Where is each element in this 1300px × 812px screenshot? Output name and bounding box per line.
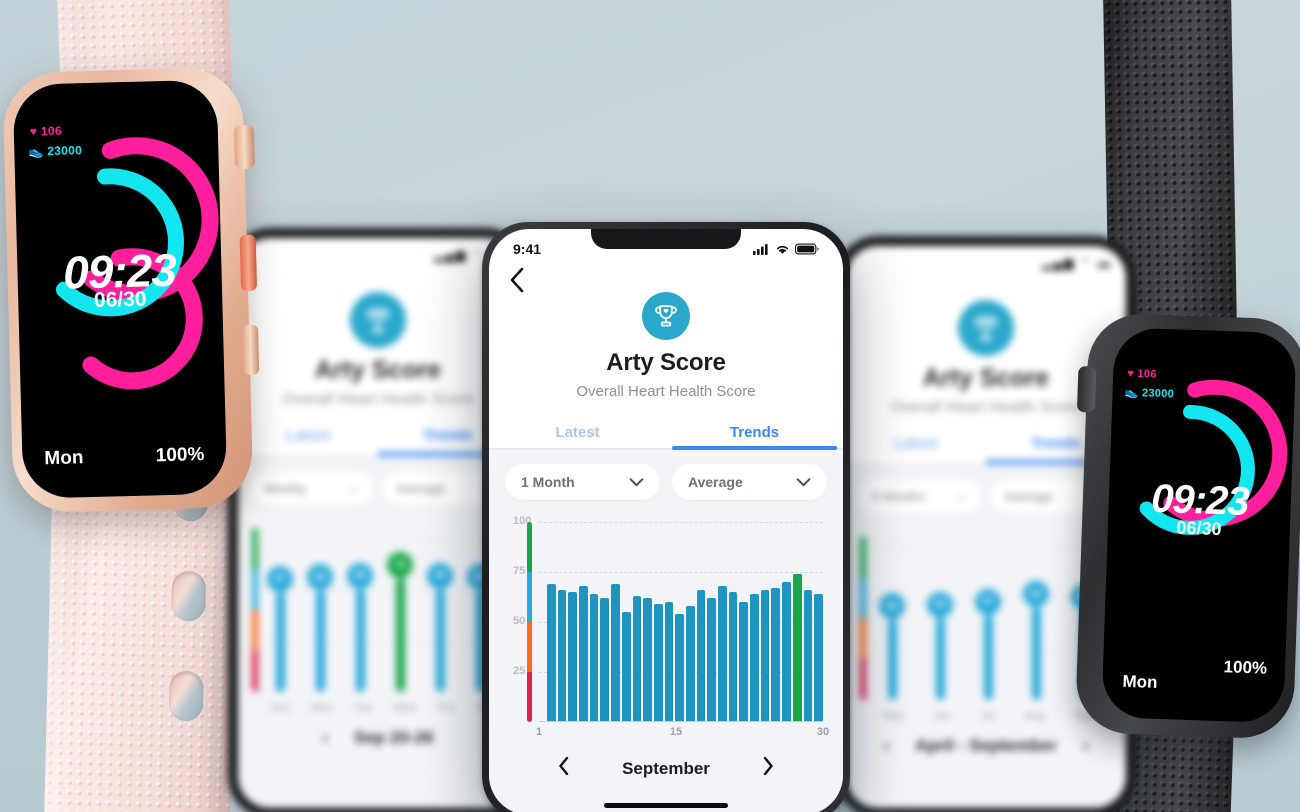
score-range-legend [527, 522, 532, 722]
tab-bar: Latest Trends [489, 416, 843, 450]
chart-x-tick: 30 [816, 726, 830, 738]
page-subtitle: Overall Heart Health Score [576, 383, 756, 400]
chevron-left-icon [510, 267, 524, 293]
metric-select[interactable]: Average [672, 464, 827, 500]
watch-crown[interactable] [1076, 365, 1097, 413]
chart-bar[interactable] [557, 590, 567, 722]
legend-segment [527, 622, 532, 672]
chart-bar[interactable] [685, 606, 695, 722]
chevron-down-icon [629, 477, 644, 486]
chart-bar[interactable] [792, 574, 802, 722]
chart-bar[interactable] [632, 596, 642, 722]
range-select-value: 1 Month [521, 474, 575, 490]
chart-y-label: 50 [513, 615, 526, 627]
chart-bars [547, 522, 823, 722]
chart-bar[interactable] [771, 588, 781, 722]
shoe-icon: 👟 [1124, 386, 1139, 400]
chart-bar[interactable] [696, 590, 706, 722]
current-month-label: September [622, 759, 710, 778]
chart-bar[interactable] [611, 584, 620, 722]
chart-bar[interactable] [760, 590, 770, 722]
cellular-icon [753, 244, 768, 255]
watch-heart-rate: ♥ 106 [1127, 367, 1157, 381]
watch-screen-right: ♥ 106 👟 23000 09:23 06/30 Mon 100% [1101, 327, 1297, 724]
app-header: Arty Score Overall Heart Health Score [489, 292, 843, 400]
chart-bar[interactable] [707, 598, 716, 722]
wifi-icon [776, 245, 789, 254]
score-bar-chart: 100 75 50 25 [505, 515, 827, 722]
tab-trends[interactable]: Trends [666, 416, 843, 450]
range-select[interactable]: 1 Month [505, 464, 660, 500]
chart-bar[interactable] [739, 602, 749, 722]
strap-hole [170, 570, 207, 622]
chart-y-label: 25 [513, 665, 526, 677]
watch-battery: 100% [155, 444, 205, 467]
chart-bar[interactable] [579, 586, 588, 722]
watch-day: Mon [1122, 671, 1158, 692]
strap-hole [168, 670, 204, 722]
chevron-down-icon [796, 477, 811, 486]
status-time: 9:41 [513, 241, 542, 257]
watch-battery: 100% [1223, 657, 1268, 678]
chart-bar[interactable] [728, 592, 738, 722]
heart-icon: ♥ [29, 124, 38, 139]
chart-x-tick: 15 [669, 726, 683, 738]
chart-bar[interactable] [568, 592, 578, 722]
legend-segment [527, 522, 532, 572]
trophy-heart-icon [642, 292, 690, 340]
month-navigator: September [505, 756, 827, 782]
shoe-icon: 👟 [28, 144, 44, 159]
watch-crown[interactable] [233, 124, 255, 170]
chart-y-label: 75 [513, 565, 526, 577]
watch-side-button[interactable] [239, 234, 258, 292]
phone-notch [591, 229, 741, 249]
chart-x-tick: 1 [535, 726, 543, 738]
watch-screen-left: ♥ 106 👟 23000 09:23 06/30 Mon 100% [12, 79, 228, 499]
legend-segment [527, 672, 532, 722]
smartwatch-black: ♥ 106 👟 23000 09:23 06/30 Mon 100% [1074, 312, 1300, 740]
watch-steps: 👟 23000 [1124, 386, 1175, 401]
chart-bar[interactable] [547, 584, 556, 722]
legend-segment [527, 572, 532, 622]
product-scene: ▂▄▆ ⌃ ▬ Arty Score Overall Heart Health … [0, 0, 1300, 812]
chart-bar[interactable] [600, 598, 610, 722]
metric-select-value: Average [688, 474, 743, 490]
battery-icon [795, 243, 819, 255]
phone-screen: 9:41 Arty Score Overall Heart Health Sco… [489, 229, 843, 812]
next-month-button[interactable] [762, 756, 774, 782]
watch-heart-rate: ♥ 106 [29, 123, 62, 139]
chart-bar[interactable] [803, 590, 813, 722]
chart-bar[interactable] [653, 604, 663, 722]
chart-bar[interactable] [675, 614, 684, 722]
page-title: Arty Score [606, 349, 726, 376]
watch-steps: 👟 23000 [28, 143, 83, 159]
prev-month-button[interactable] [558, 756, 570, 782]
chart-bar[interactable] [621, 612, 631, 722]
tab-latest[interactable]: Latest [489, 416, 666, 450]
chart-bar[interactable] [814, 594, 823, 722]
chart-bar[interactable] [589, 594, 599, 722]
chart-bar[interactable] [782, 582, 791, 722]
chart-bar[interactable] [718, 586, 727, 722]
foreground-phone: 9:41 Arty Score Overall Heart Health Sco… [482, 222, 850, 812]
heart-icon: ♥ [1127, 367, 1135, 380]
watch-side-button-lower[interactable] [241, 324, 260, 376]
chart-bar[interactable] [643, 598, 652, 722]
smartwatch-pink: ♥ 106 👟 23000 09:23 06/30 Mon 100% [2, 66, 260, 514]
filter-row: 1 Month Average [505, 464, 827, 500]
trends-panel: 1 Month Average 100 75 50 25 1 15 30 Sep… [489, 450, 843, 812]
chart-bar[interactable] [664, 602, 674, 722]
chart-x-labels: 1 15 30 [535, 722, 829, 744]
home-indicator [604, 803, 728, 808]
chart-bar[interactable] [750, 594, 759, 722]
watch-day: Mon [44, 447, 84, 470]
